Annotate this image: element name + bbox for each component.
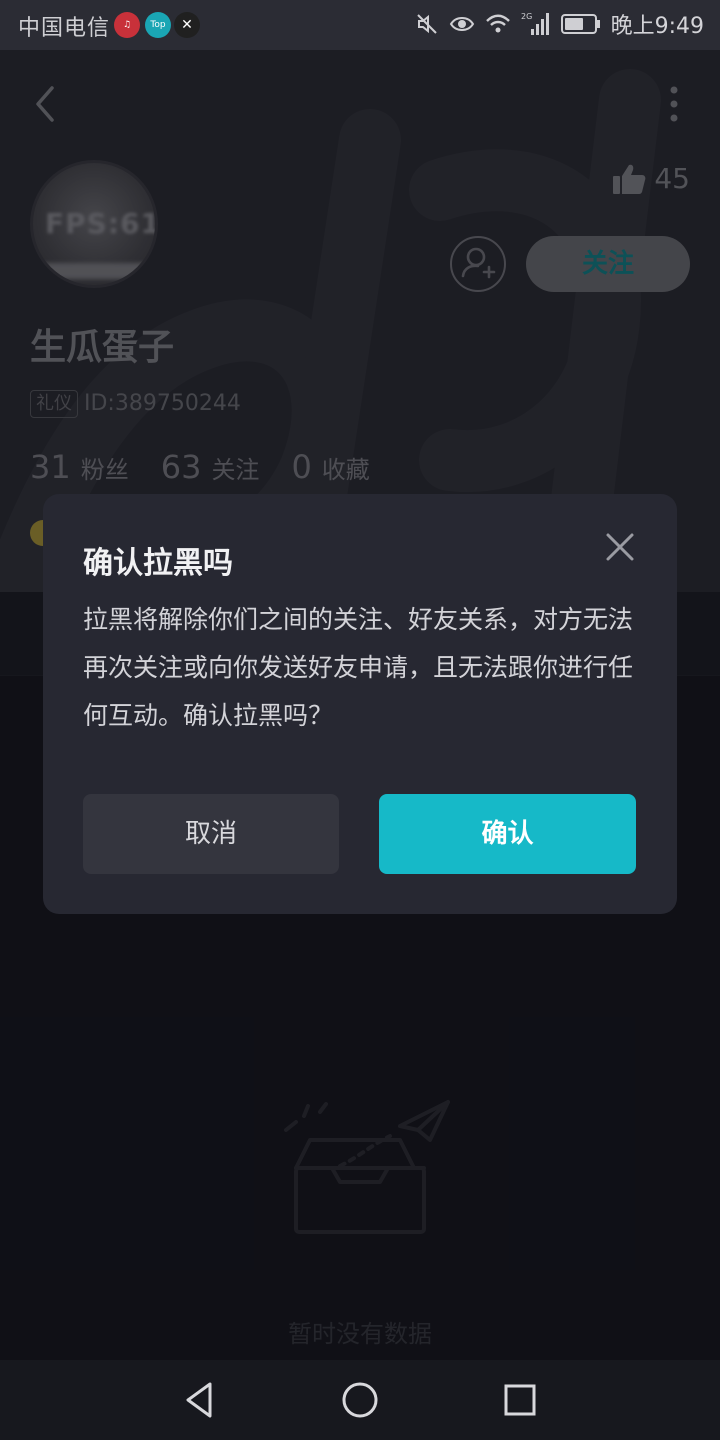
eye-care-icon	[449, 17, 474, 31]
svg-text:2G: 2G	[521, 12, 532, 21]
clock: 晚上9:49	[610, 14, 704, 39]
dialog-title: 确认拉黑吗	[83, 546, 233, 581]
nav-back-icon[interactable]	[178, 1378, 222, 1422]
app-notification-icon: ♫	[114, 12, 140, 38]
signal-icon: 2G	[521, 12, 549, 35]
dialog-message: 拉黑将解除你们之间的关注、好友关系，对方无法再次关注或向你发送好友申请，且无法跟…	[83, 605, 634, 730]
cancel-button[interactable]: 取消	[83, 794, 339, 874]
nav-home-icon[interactable]	[338, 1378, 382, 1422]
block-confirm-dialog: 确认拉黑吗 拉黑将解除你们之间的关注、好友关系，对方无法再次关注或向你发送好友申…	[43, 494, 677, 914]
capcut-icon: ✕	[174, 12, 200, 38]
status-bar: 中国电信 ♫ Top ✕ 2G 晚上9:49	[0, 0, 720, 50]
close-icon[interactable]	[605, 532, 635, 562]
top-app-icon: Top	[145, 12, 171, 38]
system-nav-bar	[0, 1360, 720, 1440]
battery-icon	[560, 14, 600, 34]
carrier-name: 中国电信	[18, 16, 111, 41]
nav-recents-icon[interactable]	[498, 1378, 542, 1422]
confirm-button[interactable]: 确认	[379, 794, 636, 874]
mute-icon	[416, 14, 437, 34]
status-icons: 2G 晚上9:49	[415, 8, 704, 40]
wifi-icon	[485, 14, 510, 33]
